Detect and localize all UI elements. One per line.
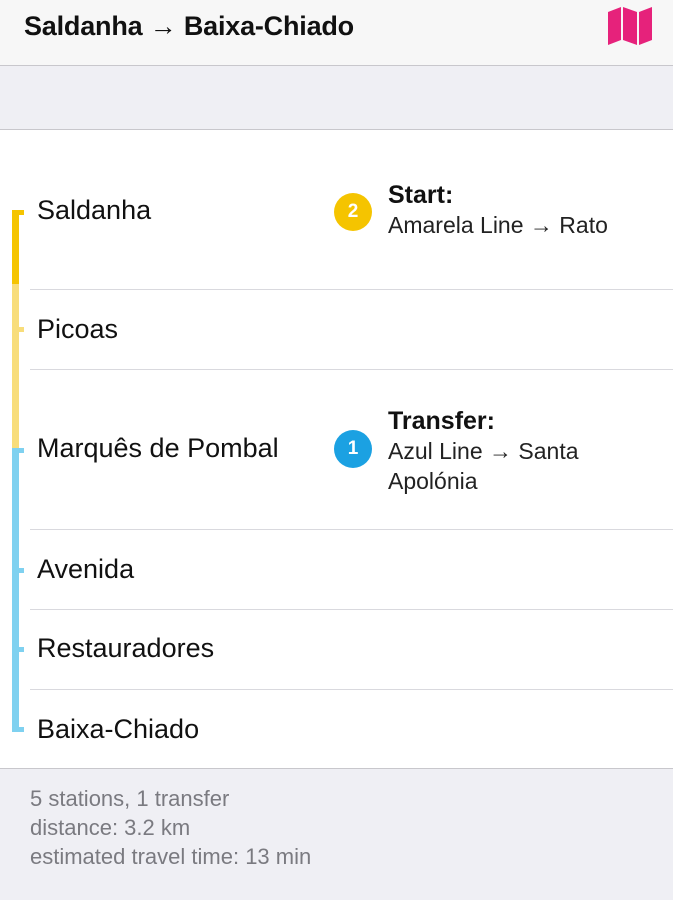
- navigation-bar: Saldanha → Baixa-Chiado: [0, 0, 673, 66]
- station-name: Saldanha: [37, 195, 152, 225]
- page-title: Saldanha → Baixa-Chiado: [24, 11, 354, 41]
- transfer-title: Transfer:: [388, 407, 495, 435]
- station-name: Restauradores: [37, 633, 215, 663]
- route-station-list: Saldanha 2 Start: Amarela Line → Rato Pi…: [0, 130, 673, 768]
- station-row-saldanha[interactable]: Saldanha 2 Start: Amarela Line → Rato: [0, 130, 673, 290]
- station-name: Picoas: [37, 314, 119, 344]
- station-row-restauradores[interactable]: Restauradores: [0, 610, 673, 690]
- start-info: Start: Amarela Line → Rato: [388, 180, 658, 240]
- station-row-baixa-chiado[interactable]: Baixa-Chiado: [0, 690, 673, 768]
- transfer-line-badge: 1: [334, 430, 372, 468]
- header-spacer: [0, 66, 673, 130]
- map-button[interactable]: [606, 6, 654, 46]
- transfer-direction: Azul Line → Santa Apolónia: [388, 438, 579, 494]
- station-name: Marquês de Pombal: [37, 433, 279, 463]
- summary-travel-time: estimated travel time: 13 min: [30, 844, 312, 869]
- map-icon: [608, 7, 652, 45]
- start-direction: Amarela Line → Rato: [388, 212, 608, 238]
- station-row-picoas[interactable]: Picoas: [0, 290, 673, 370]
- route-summary: 5 stations, 1 transfer distance: 3.2 km …: [0, 768, 673, 900]
- station-row-marques-de-pombal[interactable]: Marquês de Pombal 1 Transfer: Azul Line …: [0, 370, 673, 530]
- start-title: Start:: [388, 181, 454, 209]
- transfer-info: Transfer: Azul Line → Santa Apolónia: [388, 406, 658, 496]
- station-name: Baixa-Chiado: [37, 714, 200, 744]
- summary-stations: 5 stations, 1 transfer: [30, 786, 230, 811]
- start-line-badge: 2: [334, 193, 372, 231]
- station-row-avenida[interactable]: Avenida: [0, 530, 673, 610]
- summary-distance: distance: 3.2 km: [30, 815, 191, 840]
- station-name: Avenida: [37, 554, 135, 584]
